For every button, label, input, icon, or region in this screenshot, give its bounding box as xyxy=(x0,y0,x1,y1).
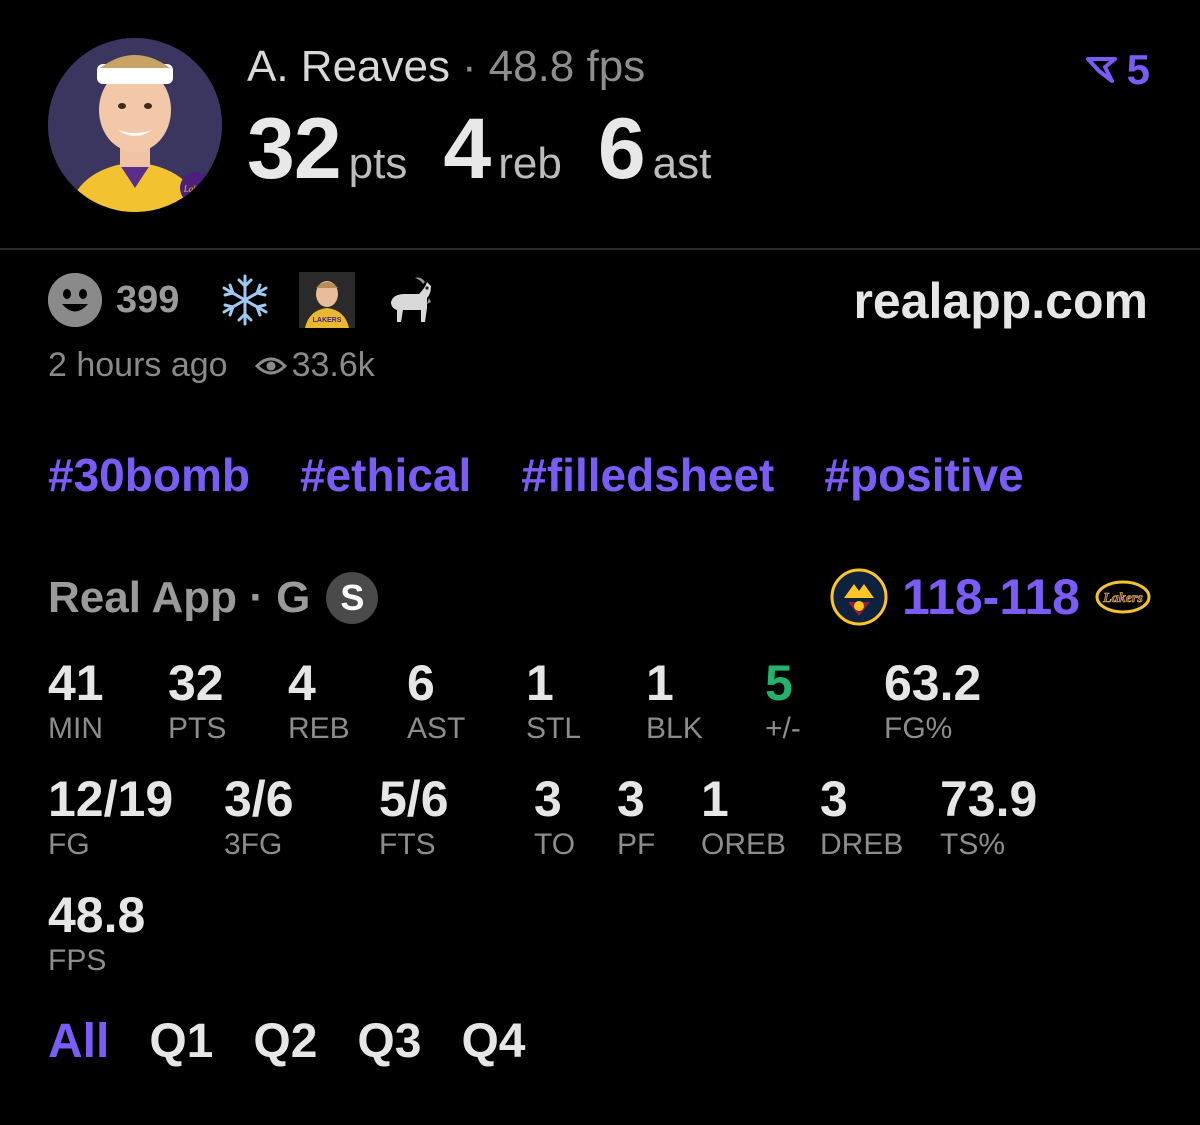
stat-label: DREB xyxy=(820,828,904,861)
stat-value: 63.2 xyxy=(884,655,982,711)
tab-q4[interactable]: Q4 xyxy=(461,1014,525,1069)
stat-value: 3 xyxy=(617,771,645,827)
stat-value: 3 xyxy=(534,771,562,827)
stat-fg-pct: 63.2 FG% xyxy=(884,654,981,746)
stat-ast: 6 AST xyxy=(407,654,465,746)
stat-label: STL xyxy=(526,712,582,745)
tab-q2[interactable]: Q2 xyxy=(253,1014,317,1069)
stat-label: AST xyxy=(407,712,466,745)
stat-dreb: 3 DREB xyxy=(820,770,903,862)
stat-label: BLK xyxy=(646,712,703,745)
stat-value: 12/19 xyxy=(48,771,174,827)
stat-value: 32 xyxy=(168,655,224,711)
stat-3fg: 3/6 3FG xyxy=(224,770,294,862)
stat-value: 4 xyxy=(288,655,316,711)
stat-label: FPS xyxy=(48,944,107,977)
stat-label: TO xyxy=(534,828,576,861)
stat-stl: 1 STL xyxy=(526,654,581,746)
stat-reb: 4 REB xyxy=(288,654,350,746)
stat-label: FTS xyxy=(379,828,436,861)
stat-value: 5 xyxy=(765,655,793,711)
stat-value: 73.9 xyxy=(940,771,1038,827)
tab-q3[interactable]: Q3 xyxy=(357,1014,421,1069)
stat-plus-minus: 5 +/- xyxy=(765,654,801,746)
tab-q1[interactable]: Q1 xyxy=(149,1014,213,1069)
stat-label: PTS xyxy=(168,712,227,745)
box-score: 41 MIN 32 PTS 4 REB 6 AST 1 STL 1 BLK 5 … xyxy=(0,0,1200,1125)
stat-value: 3/6 xyxy=(224,771,294,827)
stat-fts: 5/6 FTS xyxy=(379,770,449,862)
stat-label: +/- xyxy=(765,712,801,745)
stat-fps: 48.8 FPS xyxy=(48,886,145,978)
stat-value: 5/6 xyxy=(379,771,449,827)
stat-blk: 1 BLK xyxy=(646,654,703,746)
stat-to: 3 TO xyxy=(534,770,575,862)
stat-label: TS% xyxy=(940,828,1006,861)
quarter-tabs: All Q1 Q2 Q3 Q4 xyxy=(48,1014,525,1069)
stat-pts: 32 PTS xyxy=(168,654,226,746)
stat-value: 3 xyxy=(820,771,848,827)
stat-pf: 3 PF xyxy=(617,770,655,862)
stat-min: 41 MIN xyxy=(48,654,104,746)
stat-oreb: 1 OREB xyxy=(701,770,786,862)
stat-label: PF xyxy=(617,828,656,861)
stat-value: 1 xyxy=(646,655,674,711)
stat-label: OREB xyxy=(701,828,787,861)
stat-fg: 12/19 FG xyxy=(48,770,173,862)
stat-label: FG% xyxy=(884,712,953,745)
stat-value: 1 xyxy=(526,655,554,711)
stat-value: 41 xyxy=(48,655,104,711)
stat-label: MIN xyxy=(48,712,103,745)
stat-label: 3FG xyxy=(224,828,283,861)
tab-all[interactable]: All xyxy=(48,1014,109,1069)
stat-label: FG xyxy=(48,828,90,861)
stat-value: 6 xyxy=(407,655,435,711)
stat-ts-pct: 73.9 TS% xyxy=(940,770,1037,862)
stat-value: 1 xyxy=(701,771,729,827)
stat-value: 48.8 xyxy=(48,887,146,943)
stat-label: REB xyxy=(288,712,350,745)
